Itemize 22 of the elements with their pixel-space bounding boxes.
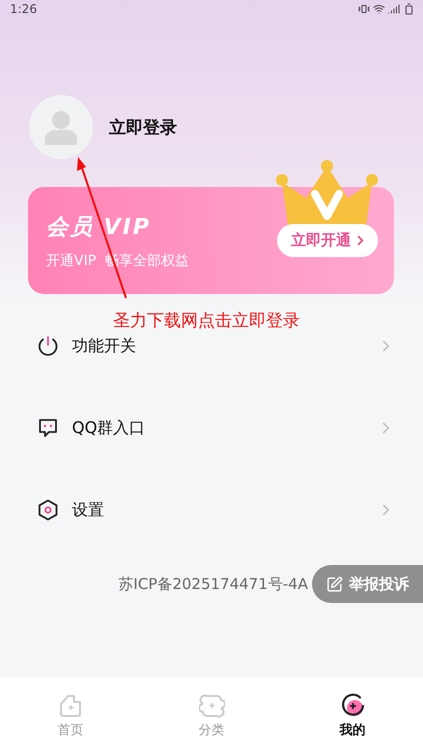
- vibrate-icon: [358, 3, 370, 15]
- open-vip-button[interactable]: 立即开通: [277, 224, 378, 257]
- icp-text: 苏ICP备2025174471号-4A: [118, 574, 308, 594]
- login-link[interactable]: 立即登录: [109, 116, 177, 138]
- home-icon: [58, 692, 84, 718]
- person-icon: [43, 109, 79, 145]
- vip-title: 会员 VIP: [46, 214, 151, 242]
- menu-item[interactable]: QQ群入口: [0, 416, 423, 440]
- annotation-text: 圣力下载网点击立即登录: [113, 310, 300, 333]
- menu-item[interactable]: 设置: [0, 498, 423, 522]
- power-icon: [36, 334, 60, 358]
- menu-item[interactable]: 功能开关: [0, 334, 423, 358]
- chat-icon: [36, 416, 60, 440]
- status-time: 1:26: [10, 2, 37, 16]
- signal-icon: [388, 3, 400, 15]
- crown-icon: [274, 160, 380, 226]
- clover-icon: [198, 692, 224, 718]
- edit-icon: [326, 576, 343, 592]
- nav-tab[interactable]: 我的: [282, 678, 423, 753]
- battery-icon: [403, 3, 415, 15]
- settings-icon: [36, 498, 60, 522]
- planet-icon: [340, 692, 366, 718]
